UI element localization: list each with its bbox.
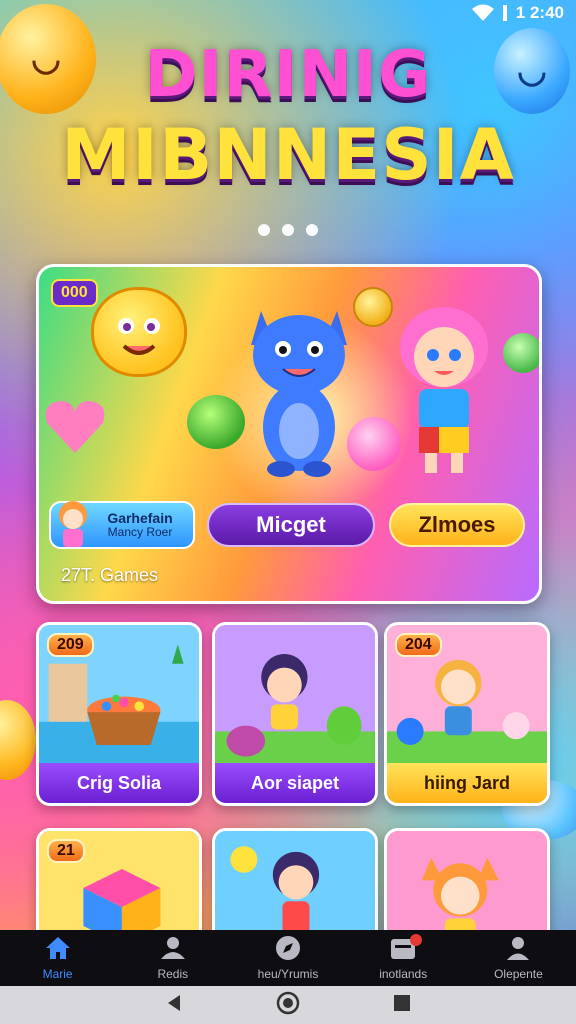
featured-game-chip[interactable]: Garhefain Mancy Roer bbox=[49, 501, 195, 549]
home-icon bbox=[44, 935, 72, 964]
orange-balloon-icon bbox=[0, 700, 36, 780]
carousel-dot[interactable] bbox=[282, 224, 294, 236]
pink-smiley-icon bbox=[347, 417, 401, 471]
people-icon bbox=[159, 935, 187, 964]
chip-avatar bbox=[53, 497, 93, 551]
nav-item-profile[interactable]: Olepente bbox=[461, 930, 576, 986]
kid-cheer-icon bbox=[215, 831, 375, 945]
nav-label: Olepente bbox=[494, 967, 543, 981]
games-count: 27T. Games bbox=[61, 565, 159, 585]
back-icon[interactable] bbox=[164, 993, 184, 1018]
tile-badge: 21 bbox=[47, 839, 85, 863]
tile-label: Aor siapet bbox=[215, 763, 375, 803]
tile-badge: 204 bbox=[395, 633, 442, 657]
status-time: 1 2:40 bbox=[515, 3, 564, 22]
carousel-dots bbox=[0, 224, 576, 236]
featured-banner[interactable]: 000 Garhefain Mancy Roer Micget Zlmoes 2… bbox=[36, 264, 542, 604]
carousel-dot[interactable] bbox=[306, 224, 318, 236]
nav-item-inbox[interactable]: inotlands bbox=[346, 930, 461, 986]
carousel-dot[interactable] bbox=[258, 224, 270, 236]
bear-character-icon bbox=[91, 287, 187, 377]
home-button-icon[interactable] bbox=[276, 991, 300, 1020]
status-bar: 1 2:40 bbox=[0, 0, 576, 26]
kid-cat-ears-icon bbox=[387, 831, 547, 945]
nav-item-marie[interactable]: Marie bbox=[0, 930, 115, 986]
game-tile[interactable]: 209 Crig Solia bbox=[36, 622, 202, 806]
status-separator-icon bbox=[502, 4, 508, 22]
zlmoes-button[interactable]: Zlmoes bbox=[389, 503, 525, 547]
app-title-line-2: MIBNNESIA bbox=[61, 114, 515, 196]
nav-label: Marie bbox=[42, 967, 73, 981]
profile-icon bbox=[504, 935, 532, 964]
game-tile[interactable]: Aor siapet bbox=[212, 622, 378, 806]
tile-label: hiing Jard bbox=[387, 763, 547, 803]
coin-icon bbox=[353, 287, 393, 327]
banner-badge: 000 bbox=[51, 279, 98, 307]
nav-label: Redis bbox=[157, 967, 189, 981]
micget-button[interactable]: Micget bbox=[207, 503, 375, 547]
tile-label: Crig Solia bbox=[39, 763, 199, 803]
compass-icon bbox=[274, 935, 302, 964]
heart-balloon-icon bbox=[43, 399, 107, 455]
app-title-line-1: DIRINIG bbox=[144, 38, 432, 112]
game-tile[interactable]: 204 hiing Jard bbox=[384, 622, 550, 806]
blue-cat-character-icon bbox=[239, 297, 359, 477]
chip-subtitle: Mancy Roer bbox=[107, 525, 173, 539]
tile-badge: 209 bbox=[47, 633, 94, 657]
recents-icon[interactable] bbox=[392, 993, 412, 1018]
system-navigation-bar bbox=[0, 986, 576, 1024]
wifi-icon bbox=[471, 4, 494, 22]
nav-item-redis[interactable]: Redis bbox=[115, 930, 230, 986]
ball-icon bbox=[503, 333, 539, 373]
nav-item-explore[interactable]: heu/Yrumis bbox=[230, 930, 345, 986]
notification-dot bbox=[409, 934, 422, 946]
frog-character-icon bbox=[187, 395, 245, 449]
girl-character-icon bbox=[389, 297, 499, 477]
chip-title: Garhefain bbox=[107, 510, 173, 526]
nav-label: heu/Yrumis bbox=[257, 967, 319, 981]
bottom-navigation: Marie Redis heu/Yrumis inotlands Olepent… bbox=[0, 930, 576, 986]
nav-label: inotlands bbox=[379, 967, 428, 981]
